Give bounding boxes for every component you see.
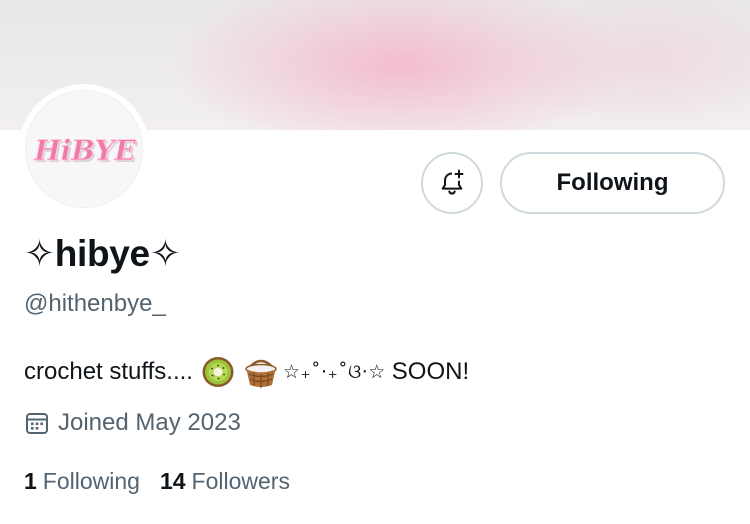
following-count: 1 bbox=[24, 467, 37, 494]
notifications-button[interactable] bbox=[421, 152, 483, 214]
display-name: ✧hibye✧ bbox=[24, 233, 181, 274]
calendar-icon bbox=[26, 413, 48, 434]
follow-stats: 1 Following 14 Followers bbox=[24, 465, 290, 497]
svg-text:HiBYE: HiBYE bbox=[33, 134, 136, 167]
followers-count-link[interactable]: 14 Followers bbox=[160, 468, 290, 495]
following-label: Following bbox=[42, 467, 140, 494]
kiwi-icon bbox=[201, 355, 235, 389]
avatar-logo: HiBYE HiBYE bbox=[33, 134, 139, 169]
basket-icon bbox=[243, 355, 279, 389]
bio-soon: SOON! bbox=[391, 358, 470, 385]
joined-text: Joined May 2023 bbox=[58, 409, 241, 436]
joined-date: Joined May 2023 bbox=[24, 407, 241, 439]
followers-label: Followers bbox=[191, 467, 290, 494]
following-button[interactable]: Following bbox=[500, 152, 725, 214]
bio: crochet stuffs.... ☆₊˚⋅₊˚ଓ·☆ SOON! bbox=[24, 355, 469, 389]
bio-decoration: ☆₊˚⋅₊˚ଓ·☆ bbox=[282, 361, 386, 383]
following-count-link[interactable]: 1 Following bbox=[24, 468, 140, 495]
avatar[interactable]: HiBYE HiBYE bbox=[25, 90, 143, 208]
user-handle: @hithenbye_ bbox=[24, 290, 166, 317]
bell-plus-icon bbox=[441, 169, 464, 195]
followers-count: 14 bbox=[159, 467, 186, 494]
bio-text: crochet stuffs.... bbox=[24, 358, 193, 385]
